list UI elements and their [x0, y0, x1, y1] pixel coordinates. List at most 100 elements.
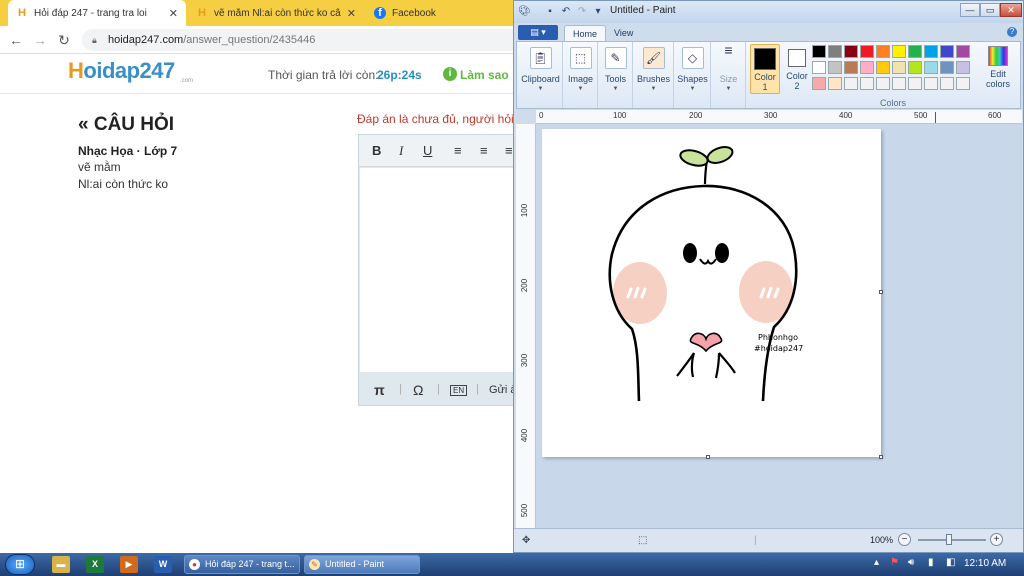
paint-status-bar: ✥ ⬚ | 100% − + — [514, 528, 1023, 552]
palette-swatch[interactable] — [844, 61, 858, 74]
maximize-button[interactable]: ▭ — [980, 3, 1000, 17]
edit-colors-button[interactable]: Edit colors — [981, 46, 1015, 89]
canvas-resize-handle-corner[interactable] — [879, 455, 883, 459]
media-player-icon[interactable]: ▶ — [120, 556, 138, 573]
system-clock[interactable]: 12:10 AM — [964, 558, 1006, 569]
redo-icon[interactable]: ↷ — [576, 6, 588, 18]
taskbar-chrome-window[interactable]: ● Hỏi đáp 247 - trang t... — [184, 555, 300, 574]
math-button[interactable]: π — [374, 382, 385, 398]
palette-swatch[interactable] — [940, 45, 954, 58]
tools-group[interactable]: ✎ Tools ▼ — [599, 42, 633, 108]
palette-swatch[interactable] — [892, 61, 906, 74]
volume-icon[interactable]: 🔊︎ — [908, 557, 914, 568]
help-icon[interactable]: ? — [1007, 27, 1017, 37]
bold-button[interactable]: B — [372, 143, 381, 158]
palette-swatch[interactable] — [892, 77, 906, 90]
palette-swatch[interactable] — [828, 77, 842, 90]
palette-swatch[interactable] — [812, 77, 826, 90]
tab-title: Facebook — [392, 7, 436, 19]
zoom-slider[interactable] — [918, 539, 986, 541]
zoom-slider-thumb[interactable] — [946, 534, 952, 545]
tab-facebook[interactable]: f Facebook — [366, 0, 516, 26]
palette-swatch[interactable] — [828, 61, 842, 74]
undo-icon[interactable]: ↶ — [560, 6, 572, 18]
language-icon[interactable]: ◧ — [946, 557, 955, 568]
clipboard-group[interactable]: 📋︎ Clipboard ▼ — [519, 42, 563, 108]
minimize-button[interactable]: — — [960, 3, 980, 17]
tab-hoidap-question[interactable]: H vẽ mằm Nl:ai còn thức ko câu hỏi ✕ — [188, 0, 364, 26]
palette-swatch[interactable] — [876, 61, 890, 74]
palette-swatch[interactable] — [844, 77, 858, 90]
excel-icon[interactable]: X — [86, 556, 104, 573]
help-link[interactable]: Làm sao — [460, 68, 509, 82]
drawing-canvas[interactable]: Phhonhgo #hoidap247 — [542, 129, 881, 457]
palette-swatch[interactable] — [924, 45, 938, 58]
palette-swatch[interactable] — [892, 45, 906, 58]
palette-swatch[interactable] — [828, 45, 842, 58]
palette-swatch[interactable] — [844, 45, 858, 58]
reload-icon[interactable]: ↻ — [55, 31, 73, 49]
canvas-workspace[interactable]: Phhonhgo #hoidap247 — [536, 124, 1022, 528]
explorer-icon[interactable]: ▬ — [52, 556, 70, 573]
palette-swatch[interactable] — [812, 61, 826, 74]
palette-swatch[interactable] — [876, 77, 890, 90]
file-menu-button[interactable]: ▤ ▾ — [518, 25, 558, 40]
zoom-in-button[interactable]: + — [990, 533, 1003, 546]
windows-taskbar: ⊞ ▬ X ▶ W ● Hỏi đáp 247 - trang t... ✎ U… — [0, 553, 1024, 576]
show-hidden-icons-icon[interactable]: ▴ — [874, 557, 879, 568]
color1-button[interactable]: Color 1 — [750, 44, 780, 94]
brushes-label: Brushes — [636, 74, 671, 84]
brushes-group[interactable]: 🖌︎ Brushes ▼ — [634, 42, 674, 108]
question-heading[interactable]: « CÂU HỎI — [78, 114, 174, 136]
question-text: vẽ mằm — [78, 160, 121, 174]
language-button[interactable]: EN — [450, 385, 468, 396]
palette-swatch[interactable] — [908, 61, 922, 74]
tab-hoidap-answer[interactable]: H Hỏi đáp 247 - trang tra loi ✕ — [8, 0, 186, 26]
canvas-resize-handle-bottom[interactable] — [706, 455, 710, 459]
palette-swatch[interactable] — [956, 45, 970, 58]
close-button[interactable]: ✕ — [1000, 3, 1022, 17]
palette-swatch[interactable] — [860, 61, 874, 74]
color2-button[interactable]: Color 2 — [783, 44, 811, 94]
size-group[interactable]: ≡ Size ▼ — [712, 42, 746, 108]
align-center-button[interactable]: ≡ — [480, 143, 488, 158]
close-icon[interactable]: ✕ — [347, 7, 356, 20]
palette-swatch[interactable] — [812, 45, 826, 58]
palette-swatch[interactable] — [956, 61, 970, 74]
paint-app-icon[interactable]: 🎨︎ — [518, 6, 531, 18]
palette-swatch[interactable] — [940, 61, 954, 74]
answer-textarea[interactable] — [360, 168, 518, 372]
close-icon[interactable]: ✕ — [169, 7, 178, 20]
underline-button[interactable]: U — [423, 143, 432, 158]
customize-toolbar-icon[interactable]: ▾ — [592, 6, 604, 18]
tab-view[interactable]: View — [606, 25, 641, 41]
tab-home[interactable]: Home — [564, 25, 607, 41]
palette-swatch[interactable] — [924, 61, 938, 74]
start-button[interactable]: ⊞ — [5, 554, 35, 575]
italic-button[interactable]: I — [399, 143, 403, 159]
save-icon[interactable]: ▪ — [544, 6, 556, 18]
palette-swatch[interactable] — [956, 77, 970, 90]
palette-swatch[interactable] — [860, 77, 874, 90]
shapes-group[interactable]: ◇ Shapes ▼ — [675, 42, 711, 108]
flag-icon[interactable]: ⚑ — [890, 557, 899, 568]
palette-swatch[interactable] — [908, 45, 922, 58]
back-arrow-icon[interactable]: ← — [7, 31, 25, 49]
hoidap247-logo[interactable]: Hoidap247 — [68, 58, 175, 84]
palette-swatch[interactable] — [908, 77, 922, 90]
mochi-drawing: Phhonhgo #hoidap247 — [608, 146, 803, 402]
word-icon[interactable]: W — [154, 556, 172, 573]
zoom-out-button[interactable]: − — [898, 533, 911, 546]
forward-arrow-icon[interactable]: → — [31, 31, 49, 49]
palette-swatch[interactable] — [860, 45, 874, 58]
canvas-resize-handle-right[interactable] — [879, 290, 883, 294]
palette-swatch[interactable] — [924, 77, 938, 90]
image-group[interactable]: ⬚ Image ▼ — [564, 42, 598, 108]
taskbar-paint-window[interactable]: ✎ Untitled - Paint — [304, 555, 420, 574]
symbol-button[interactable]: Ω — [413, 382, 423, 398]
align-left-button[interactable]: ≡ — [454, 143, 462, 158]
palette-swatch[interactable] — [876, 45, 890, 58]
align-right-button[interactable]: ≡ — [505, 143, 513, 158]
palette-swatch[interactable] — [940, 77, 954, 90]
network-icon[interactable]: ▮ — [928, 557, 934, 568]
